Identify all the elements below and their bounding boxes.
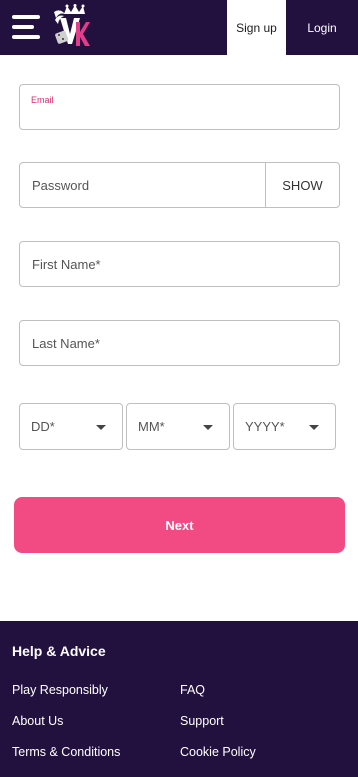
password-input[interactable] [20,163,266,207]
show-password-button[interactable]: SHOW [265,163,339,207]
signup-button[interactable]: Sign up [227,0,286,55]
first-name-field[interactable] [19,241,340,287]
year-select[interactable]: YYYY* [233,403,336,450]
caret-down-icon [96,425,106,430]
email-field[interactable]: Email [19,84,340,130]
year-select-value: YYYY* [245,419,285,434]
password-field[interactable]: SHOW [19,162,340,208]
footer-link-faq[interactable]: FAQ [180,683,205,697]
hamburger-menu-icon[interactable] [12,15,40,39]
last-name-field[interactable] [19,320,340,366]
footer: Help & Advice Play Responsibly FAQ About… [0,621,358,777]
first-name-input[interactable] [20,242,339,286]
crown-logo-icon[interactable] [50,4,92,50]
footer-link-play-responsibly[interactable]: Play Responsibly [12,683,108,697]
month-select[interactable]: MM* [126,403,230,450]
month-select-value: MM* [138,419,165,434]
day-select[interactable]: DD* [19,403,123,450]
email-label: Email [31,95,54,105]
next-button[interactable]: Next [14,497,345,553]
footer-title: Help & Advice [12,643,106,659]
caret-down-icon [309,425,319,430]
email-input[interactable] [20,85,339,129]
day-select-value: DD* [31,419,55,434]
top-header: Sign up Login [0,0,358,55]
footer-link-cookie-policy[interactable]: Cookie Policy [180,745,256,759]
footer-link-support[interactable]: Support [180,714,224,728]
caret-down-icon [203,425,213,430]
footer-link-about-us[interactable]: About Us [12,714,63,728]
login-button[interactable]: Login [286,0,358,55]
footer-link-terms[interactable]: Terms & Conditions [12,745,120,759]
last-name-input[interactable] [20,321,339,365]
